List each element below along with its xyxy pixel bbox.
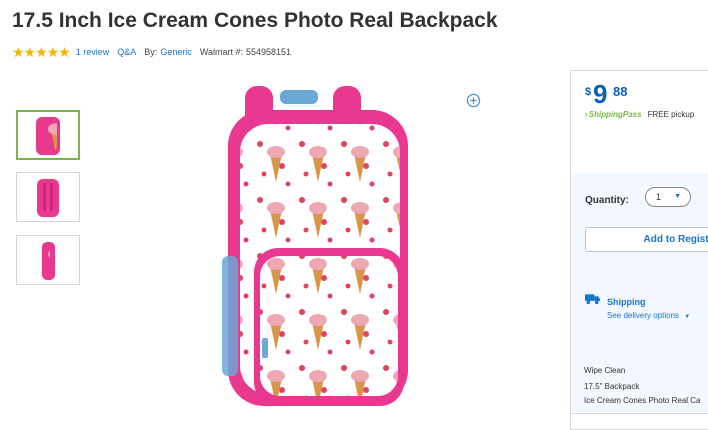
see-delivery-options-label: See delivery options bbox=[607, 311, 680, 320]
feature-item: Ice Cream Cones Photo Real Ca bbox=[584, 396, 701, 405]
walmart-number: 554958151 bbox=[246, 47, 292, 57]
feature-item: 17.5" Backpack bbox=[584, 382, 640, 391]
by-label: By: bbox=[144, 47, 158, 57]
quantity-value: 1 bbox=[656, 192, 662, 202]
thumbnail-front-image bbox=[36, 117, 60, 155]
product-title: 17.5 Inch Ice Cream Cones Photo Real Bac… bbox=[12, 9, 498, 32]
zipper-pull bbox=[262, 338, 268, 358]
feature-item: Wipe Clean bbox=[584, 366, 626, 375]
shipping-title: Shipping bbox=[607, 297, 646, 307]
brand-link[interactable]: Generic bbox=[160, 47, 192, 57]
price-whole: 9 bbox=[593, 79, 608, 109]
price-currency: $ bbox=[585, 86, 592, 98]
shippingpass-chevron-icon: › bbox=[585, 110, 588, 119]
rating-stars[interactable]: ★★★★★ bbox=[12, 45, 71, 59]
chevron-down-icon: ▼ bbox=[674, 193, 681, 200]
reviews-link[interactable]: 1 review bbox=[76, 47, 110, 57]
thumbnail-back-image bbox=[37, 179, 59, 217]
walmart-number-label: Walmart #: bbox=[199, 47, 243, 57]
thumbnail-back[interactable] bbox=[16, 172, 80, 222]
quantity-label: Quantity: bbox=[585, 195, 629, 206]
shippingpass-row: › ShippingPass FREE pickup bbox=[585, 110, 694, 119]
side-pocket bbox=[222, 256, 238, 376]
main-product-image[interactable] bbox=[210, 80, 430, 410]
thumbnail-side-image bbox=[42, 242, 55, 280]
thumbnail-front[interactable] bbox=[16, 110, 80, 160]
thumbnail-side[interactable] bbox=[16, 235, 80, 285]
shippingpass-logo[interactable]: ShippingPass bbox=[589, 110, 642, 119]
product-meta: ★★★★★ 1 review Q&A By: Generic Walmart #… bbox=[12, 45, 299, 59]
zoom-plus-icon[interactable] bbox=[466, 93, 481, 108]
add-to-registry-button[interactable]: Add to Registry bbox=[585, 227, 708, 252]
divider bbox=[571, 413, 708, 414]
price-cents: 88 bbox=[613, 84, 628, 99]
buy-box: $ 9 88 › ShippingPass FREE pickup Quanti… bbox=[570, 70, 708, 430]
see-delivery-options-link[interactable]: See delivery options ▼ bbox=[607, 311, 690, 320]
handle bbox=[280, 90, 318, 104]
front-pocket-print bbox=[260, 256, 398, 396]
free-pickup-label: FREE pickup bbox=[647, 110, 695, 119]
truck-icon bbox=[585, 294, 600, 305]
quantity-select[interactable]: 1 ▼ bbox=[645, 187, 691, 207]
caret-down-icon: ▼ bbox=[684, 314, 691, 320]
qa-link[interactable]: Q&A bbox=[117, 47, 136, 57]
